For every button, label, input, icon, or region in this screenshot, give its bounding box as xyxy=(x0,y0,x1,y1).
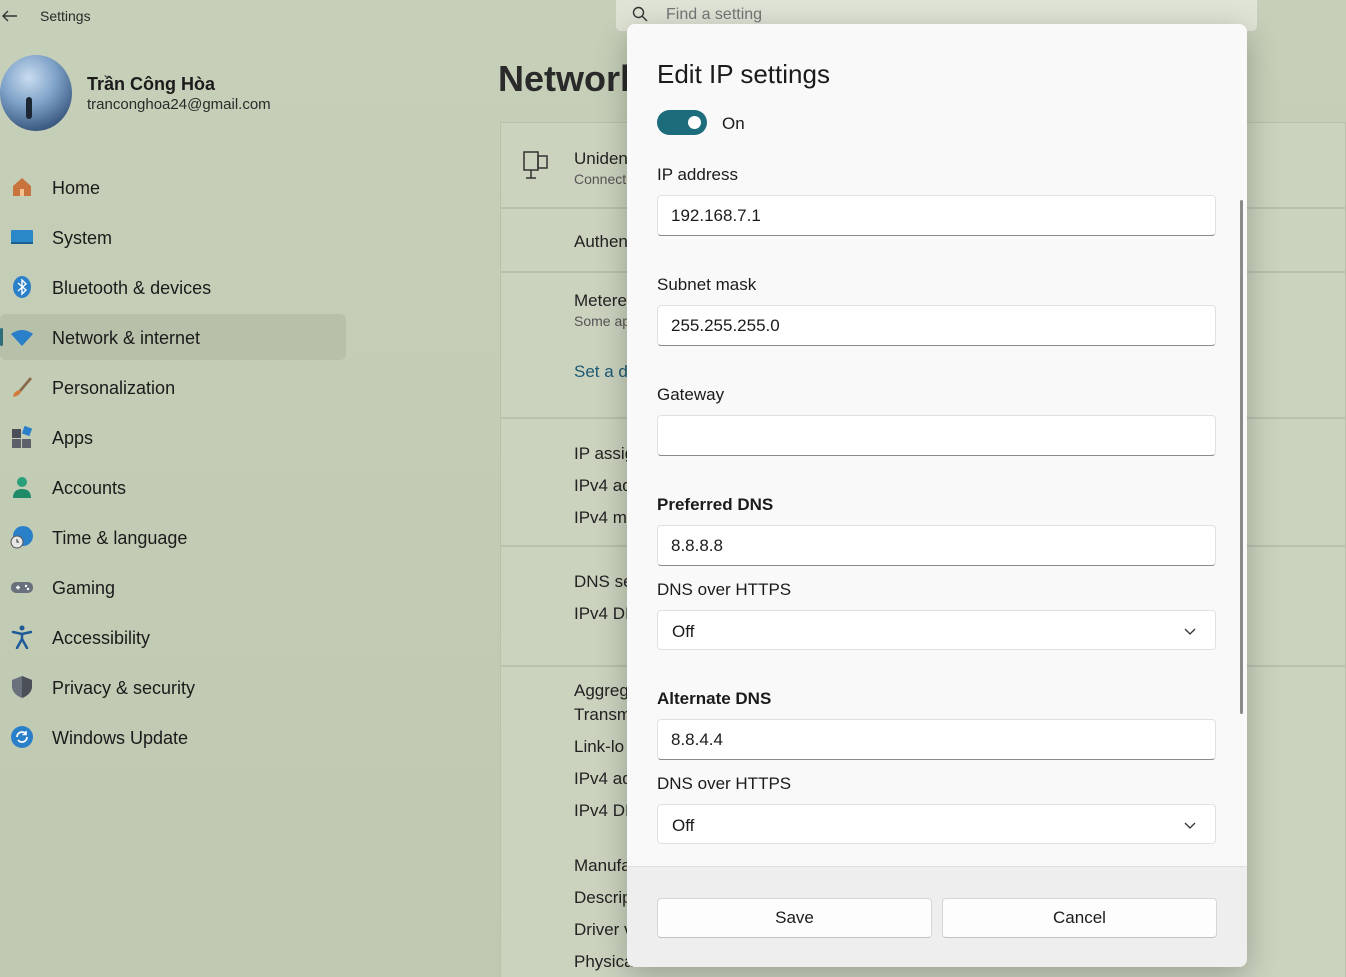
preferred-dns-label: Preferred DNS xyxy=(657,495,774,514)
avatar[interactable] xyxy=(0,55,72,131)
shield-icon xyxy=(12,676,32,698)
chevron-down-icon xyxy=(1184,822,1196,829)
sidebar-item-label: Accessibility xyxy=(52,628,151,648)
sidebar-item-label: Network & internet xyxy=(52,328,201,348)
system-icon xyxy=(11,230,33,244)
toggle-label: On xyxy=(722,114,745,133)
dns-server-label: DNS se xyxy=(574,572,633,591)
sidebar-item-label: Bluetooth & devices xyxy=(52,278,212,298)
sidebar-nav: Home System Bluetooth & devices Network … xyxy=(0,164,346,764)
doh-label-preferred: DNS over HTTPS xyxy=(657,580,792,599)
sidebar-item-personalization[interactable]: Personalization xyxy=(0,364,346,410)
edit-ip-dialog: Edit IP settings On IP address Subnet ma… xyxy=(627,24,1247,967)
sidebar-item-apps[interactable]: Apps xyxy=(0,414,346,460)
sidebar-item-label: System xyxy=(52,228,113,248)
ipv4-address-label-2: IPv4 ad xyxy=(574,769,632,788)
sidebar-item-label: Privacy & security xyxy=(52,678,196,698)
physical-label: Physica xyxy=(574,952,634,971)
bluetooth-icon xyxy=(13,276,31,298)
ipv4-mask-label: IPv4 m xyxy=(574,508,627,527)
sidebar-item-accessibility[interactable]: Accessibility xyxy=(0,614,346,660)
user-email: tranconghoa24@gmail.com xyxy=(87,96,271,113)
link-local-label: Link-lo xyxy=(574,737,625,756)
sidebar-item-label: Personalization xyxy=(52,378,176,398)
sidebar-item-time-language[interactable]: Time & language xyxy=(0,514,346,560)
subnet-mask-label: Subnet mask xyxy=(657,275,757,294)
sidebar-item-gaming[interactable]: Gaming xyxy=(0,564,346,610)
sidebar-item-accounts[interactable]: Accounts xyxy=(0,464,346,510)
search-input[interactable] xyxy=(666,6,1166,24)
globe-clock-icon xyxy=(10,526,33,549)
subnet-mask-field[interactable] xyxy=(657,305,1216,346)
manufacturer-label: Manufa xyxy=(574,856,631,875)
doh-label-alternate: DNS over HTTPS xyxy=(657,774,792,793)
back-arrow-icon[interactable] xyxy=(0,6,20,26)
home-icon xyxy=(13,178,31,196)
chevron-down-icon xyxy=(1184,628,1196,635)
accessibility-icon xyxy=(11,625,33,649)
sidebar-item-label: Home xyxy=(52,178,101,198)
doh-select-preferred[interactable]: Off xyxy=(657,610,1216,650)
save-button[interactable]: Save xyxy=(657,898,932,938)
sidebar-item-network[interactable]: Network & internet xyxy=(0,314,346,360)
settings-app: Settings Trần Công Hòa tranconghoa24@gma… xyxy=(0,0,1346,977)
sidebar-item-label: Apps xyxy=(52,428,94,448)
dialog-footer: Save Cancel xyxy=(627,866,1247,967)
ip-address-label: IP address xyxy=(657,165,738,184)
cancel-button[interactable]: Cancel xyxy=(942,898,1217,938)
sidebar-item-windows-update[interactable]: Windows Update xyxy=(0,714,346,760)
gateway-label: Gateway xyxy=(657,385,725,404)
ipv4-dns-label: IPv4 DI xyxy=(574,604,630,623)
gamepad-icon xyxy=(11,582,33,593)
driver-label: Driver v xyxy=(574,920,633,939)
wifi-icon xyxy=(11,330,33,346)
sidebar-item-label: Accounts xyxy=(52,478,127,498)
select-value: Off xyxy=(672,816,695,835)
dialog-body: Edit IP settings On IP address Subnet ma… xyxy=(627,24,1247,866)
transmit-label: Transm xyxy=(574,705,631,724)
person-icon xyxy=(13,477,31,498)
brush-icon xyxy=(13,377,32,397)
sidebar-item-bluetooth[interactable]: Bluetooth & devices xyxy=(0,264,346,310)
sidebar-item-home[interactable]: Home xyxy=(0,164,346,210)
sidebar-item-privacy[interactable]: Privacy & security xyxy=(0,664,346,710)
user-name: Trần Công Hòa xyxy=(87,74,216,94)
metered-label: Metere xyxy=(574,291,627,310)
ipv4-address-label: IPv4 ad xyxy=(574,476,632,495)
search-icon xyxy=(632,6,648,22)
ip-assignment-label: IP assig xyxy=(574,444,635,463)
preferred-dns-field[interactable] xyxy=(657,525,1216,566)
description-label: Descrip xyxy=(574,888,632,907)
alternate-dns-label: Alternate DNS xyxy=(657,689,772,708)
alternate-dns-field[interactable] xyxy=(657,719,1216,760)
doh-select-alternate[interactable]: Off xyxy=(657,804,1216,844)
toggle-knob xyxy=(688,116,701,129)
app-title: Settings xyxy=(40,8,91,24)
ipv4-dns-label-2: IPv4 DI xyxy=(574,801,630,820)
gateway-field[interactable] xyxy=(657,415,1216,456)
sidebar-item-label: Windows Update xyxy=(52,728,189,748)
sidebar-item-label: Time & language xyxy=(52,528,188,548)
network-status: Connect xyxy=(574,171,627,187)
network-name: Uniden xyxy=(574,149,628,168)
ipv4-toggle[interactable] xyxy=(657,110,707,135)
ip-address-field[interactable] xyxy=(657,195,1216,236)
sidebar-item-label: Gaming xyxy=(52,578,116,598)
title-bar: Settings xyxy=(0,0,600,32)
ethernet-icon xyxy=(523,151,548,179)
page-title: Network xyxy=(498,58,641,99)
metered-sub: Some ap xyxy=(574,313,631,329)
auth-label: Authen xyxy=(574,232,628,251)
select-value: Off xyxy=(672,622,695,641)
sidebar-item-system[interactable]: System xyxy=(0,214,346,260)
set-data-limit-link[interactable]: Set a d xyxy=(574,362,628,382)
dialog-title: Edit IP settings xyxy=(657,59,830,89)
apps-icon xyxy=(12,425,33,448)
aggregate-label: Aggreg xyxy=(574,681,629,700)
dialog-scrollbar[interactable] xyxy=(1240,200,1243,714)
update-icon xyxy=(11,726,33,748)
